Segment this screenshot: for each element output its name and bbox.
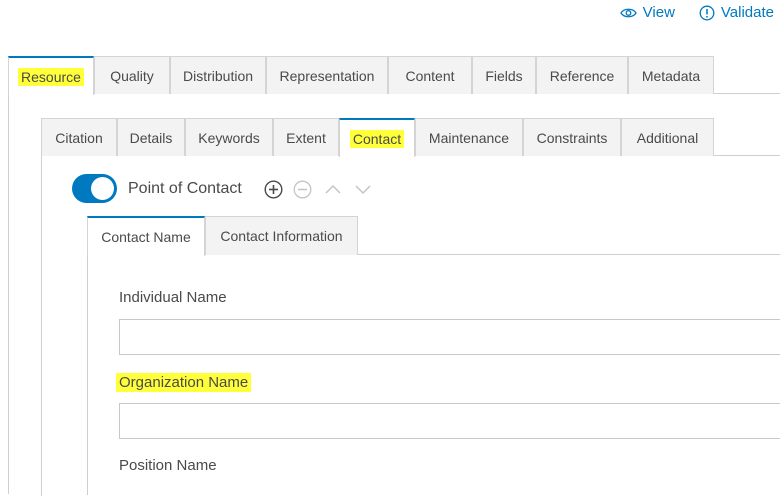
tab-label: Metadata xyxy=(641,67,701,84)
position-name-label: Position Name xyxy=(119,457,217,474)
info-circle-icon xyxy=(699,5,715,21)
tab-label: Maintenance xyxy=(428,129,510,146)
contact-tab-bar: Contact Name Contact Information xyxy=(87,216,780,256)
tab-quality[interactable]: Quality xyxy=(94,56,170,94)
tab-fields[interactable]: Fields xyxy=(472,56,536,94)
tab-maintenance[interactable]: Maintenance xyxy=(415,118,523,156)
tab-content[interactable]: Content xyxy=(388,56,472,94)
tab-constraints[interactable]: Constraints xyxy=(523,118,621,156)
validate-label: Validate xyxy=(720,4,774,21)
tab-extent[interactable]: Extent xyxy=(273,118,339,156)
tab-resource[interactable]: Resource xyxy=(8,56,94,95)
organization-name-input[interactable] xyxy=(119,403,780,439)
view-label: View xyxy=(642,4,675,21)
tab-label: Constraints xyxy=(536,129,608,146)
tab-label: Fields xyxy=(485,67,523,84)
tab-reference[interactable]: Reference xyxy=(536,56,628,94)
tab-label: Distribution xyxy=(182,67,254,84)
chevron-up-icon[interactable] xyxy=(324,180,342,204)
tab-representation[interactable]: Representation xyxy=(266,56,388,94)
point-of-contact-label: Point of Contact xyxy=(128,179,242,197)
tab-label: Contact Information xyxy=(220,228,343,244)
chevron-down-icon[interactable] xyxy=(354,180,372,204)
tab-label: Quality xyxy=(110,67,154,84)
organization-name-label: Organization Name xyxy=(116,373,252,392)
individual-name-label: Individual Name xyxy=(119,289,227,306)
validate-link[interactable]: Validate xyxy=(699,4,774,21)
tab-label: Reference xyxy=(549,67,615,84)
add-circle-icon[interactable] xyxy=(264,180,283,204)
tab-label: Content xyxy=(405,67,455,84)
tab-distribution[interactable]: Distribution xyxy=(170,56,266,94)
point-of-contact-row: Point of Contact xyxy=(72,174,242,203)
point-of-contact-toggle[interactable] xyxy=(72,174,117,203)
tab-contact[interactable]: Contact xyxy=(339,118,415,157)
header-actions: View Validate xyxy=(619,4,774,21)
tab-keywords[interactable]: Keywords xyxy=(185,118,273,156)
tab-label: Details xyxy=(129,129,173,146)
tab-label: Extent xyxy=(286,129,326,146)
tab-label: Resource xyxy=(18,67,84,86)
tab-label: Keywords xyxy=(198,129,260,146)
main-tab-bar: Resource Quality Distribution Representa… xyxy=(8,56,780,95)
tab-label: Contact Name xyxy=(101,229,191,245)
resource-tab-bar: Citation Details Keywords Extent Contact… xyxy=(41,118,780,157)
toggle-knob xyxy=(91,177,114,200)
tab-citation[interactable]: Citation xyxy=(41,118,117,156)
remove-circle-icon[interactable] xyxy=(293,180,312,204)
tab-contact-name[interactable]: Contact Name xyxy=(87,216,205,256)
tab-label: Representation xyxy=(279,67,375,84)
tab-contact-information[interactable]: Contact Information xyxy=(205,216,358,255)
individual-name-input[interactable] xyxy=(119,319,780,355)
tab-details[interactable]: Details xyxy=(117,118,185,156)
tab-label: Additional xyxy=(636,129,699,146)
tab-additional[interactable]: Additional xyxy=(621,118,714,156)
view-link[interactable]: View xyxy=(619,4,675,21)
eye-icon xyxy=(619,7,637,19)
tab-label: Contact xyxy=(349,129,405,148)
tab-label: Citation xyxy=(55,129,103,146)
tab-metadata[interactable]: Metadata xyxy=(628,56,714,94)
